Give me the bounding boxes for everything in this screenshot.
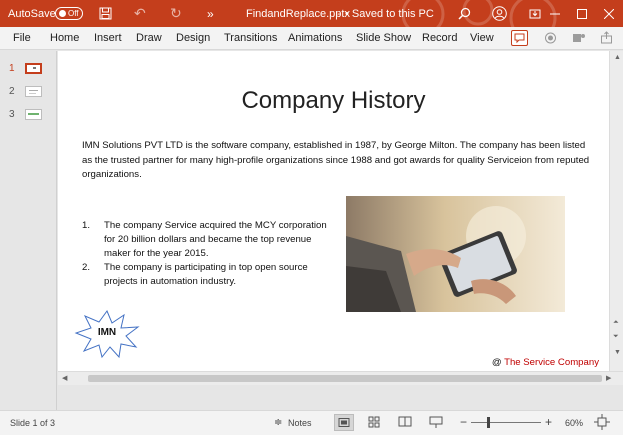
maximize-icon: [577, 8, 587, 19]
tab-file[interactable]: File: [13, 27, 31, 50]
tab-slide-show[interactable]: Slide Show: [356, 27, 411, 50]
fit-to-window-icon: [594, 414, 610, 430]
notes-button[interactable]: Notes: [288, 418, 312, 428]
undo-icon[interactable]: ↶: [134, 0, 146, 27]
file-name: FindandReplace.pptx: [246, 7, 350, 20]
scroll-right-icon[interactable]: ▶: [606, 374, 611, 382]
slide-photo[interactable]: [346, 196, 565, 312]
vertical-scrollbar[interactable]: ▲ ▼ ⏶ ⏷: [609, 51, 623, 371]
slide-sorter-button[interactable]: [365, 414, 385, 431]
close-icon: [604, 8, 614, 19]
list-text: The company Service acquired the MCY cor…: [104, 220, 327, 259]
previous-slide-icon[interactable]: ⏶: [613, 319, 619, 327]
normal-view-icon: [338, 418, 350, 427]
fit-to-window-button[interactable]: [594, 414, 612, 431]
comment-icon: [514, 33, 525, 44]
tab-draw[interactable]: Draw: [136, 27, 162, 50]
slide-thumbnails-pane: 1 2 3: [0, 51, 57, 410]
redo-icon[interactable]: ↻: [170, 0, 182, 27]
horizontal-scrollbar[interactable]: ◀ ▶: [58, 371, 623, 385]
tab-insert[interactable]: Insert: [94, 27, 122, 50]
tab-design[interactable]: Design: [176, 27, 210, 50]
zoom-out-button[interactable]: −: [460, 415, 467, 429]
record-icon: [545, 32, 556, 44]
search-icon[interactable]: [458, 0, 471, 27]
scroll-up-icon[interactable]: ▲: [614, 54, 621, 61]
thumbnail-number: 1: [9, 63, 15, 74]
slide-footer[interactable]: @ The Service Company: [492, 357, 599, 368]
status-bar: Slide 1 of 3 ≑ Notes − + 60%: [0, 410, 623, 435]
footer-at-symbol: @: [491, 357, 502, 368]
slide-count: Slide 1 of 3: [10, 418, 56, 428]
slide-paragraph[interactable]: IMN Solutions PVT LTD is the software co…: [82, 139, 597, 183]
ribbon-display-options-icon[interactable]: [529, 0, 541, 27]
maximize-button[interactable]: [568, 0, 596, 27]
list-item: 2. The company is participating in top o…: [82, 261, 337, 289]
tab-view[interactable]: View: [470, 27, 494, 50]
minimize-button[interactable]: [541, 0, 569, 27]
record-button[interactable]: [542, 30, 559, 46]
minimize-icon: [550, 13, 560, 14]
zoom-in-button[interactable]: +: [545, 415, 552, 429]
account-avatar-icon[interactable]: [492, 0, 507, 27]
autosave-toggle[interactable]: Off: [55, 7, 83, 20]
next-slide-icon[interactable]: ⏷: [613, 333, 619, 341]
more-commands-icon[interactable]: »: [207, 0, 214, 27]
list-item: 1. The company Service acquired the MCY …: [82, 219, 337, 261]
zoom-slider-track[interactable]: [471, 422, 541, 423]
horizontal-scroll-thumb[interactable]: [88, 375, 602, 382]
teams-icon: [573, 34, 585, 42]
list-number: 1.: [82, 220, 91, 231]
zoom-level[interactable]: 60%: [565, 418, 583, 428]
reading-view-button[interactable]: [396, 414, 416, 431]
share-icon: [601, 31, 612, 44]
notes-area-background: [58, 385, 623, 410]
slide-thumbnail-3[interactable]: [25, 109, 42, 120]
scroll-left-icon[interactable]: ◀: [62, 374, 67, 382]
list-text: The company is participating in top open…: [104, 262, 308, 287]
save-icon[interactable]: [99, 0, 112, 27]
notes-icon[interactable]: ≑: [274, 417, 282, 428]
slide-numbered-list[interactable]: 1. The company Service acquired the MCY …: [82, 219, 337, 289]
explosion-shape-label: IMN: [97, 327, 117, 338]
normal-view-button[interactable]: [334, 414, 354, 431]
share-button[interactable]: [598, 30, 615, 46]
reading-view-icon: [398, 416, 412, 427]
slide-show-icon: [429, 416, 443, 428]
slide-thumbnail-1[interactable]: [25, 63, 42, 74]
slide-sorter-icon: [368, 416, 380, 428]
tab-record[interactable]: Record: [422, 27, 457, 50]
title-bar: AutoSave Off ↶ ↻ » FindandReplace.pptx -…: [0, 0, 623, 27]
footer-company-name: The Service Company: [504, 357, 599, 368]
zoom-slider-thumb[interactable]: [487, 417, 490, 428]
powerpoint-window: AutoSave Off ↶ ↻ » FindandReplace.pptx -…: [0, 0, 623, 435]
slide-canvas[interactable]: Company History IMN Solutions PVT LTD is…: [58, 51, 609, 371]
file-name-separator: -: [337, 7, 341, 20]
list-number: 2.: [82, 262, 91, 273]
scroll-down-icon[interactable]: ▼: [614, 349, 621, 356]
tab-transitions[interactable]: Transitions: [224, 27, 277, 50]
ribbon-tabs: File Home Insert Draw Design Transitions…: [0, 27, 623, 50]
slide-thumbnail-2[interactable]: [25, 86, 42, 97]
thumbnail-number: 3: [9, 109, 15, 120]
tab-animations[interactable]: Animations: [288, 27, 342, 50]
tab-home[interactable]: Home: [50, 27, 79, 50]
comments-button[interactable]: [511, 30, 528, 46]
autosave-label: AutoSave: [8, 7, 56, 20]
thumbnail-number: 2: [9, 86, 15, 97]
slide-title[interactable]: Company History: [58, 87, 609, 115]
save-status: • Saved to this PC: [345, 7, 434, 20]
close-button[interactable]: [595, 0, 623, 27]
present-in-teams-button[interactable]: [570, 30, 587, 46]
slide-show-button[interactable]: [427, 414, 447, 431]
